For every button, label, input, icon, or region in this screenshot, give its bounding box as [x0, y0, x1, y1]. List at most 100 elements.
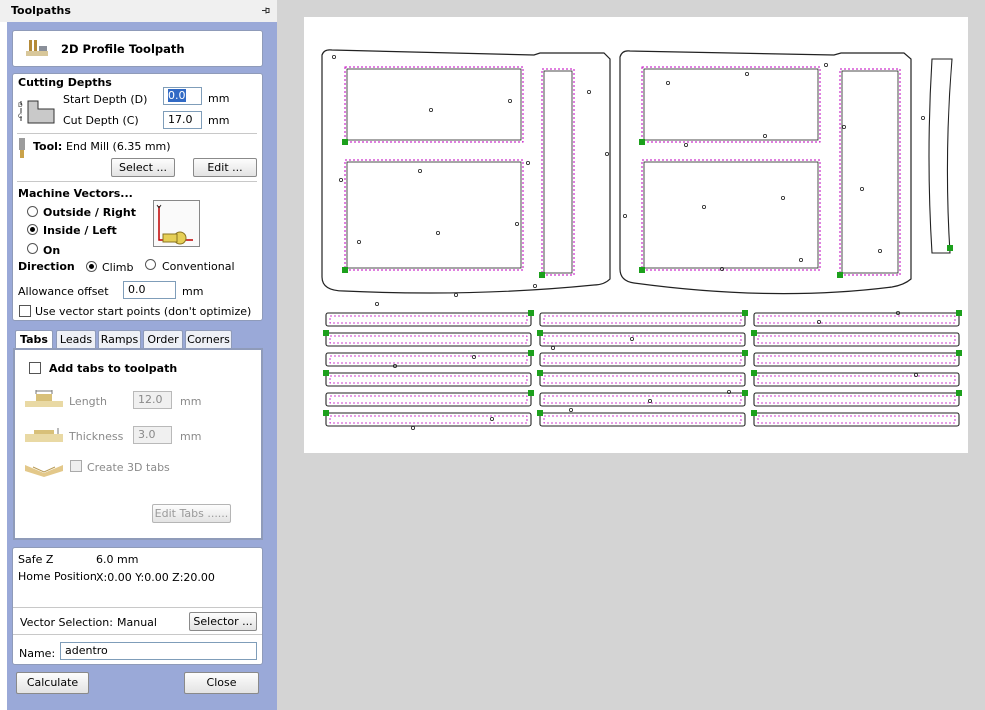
slat-outline	[325, 412, 532, 427]
profile-toolpath-icon	[26, 40, 48, 56]
conventional-radio[interactable]	[145, 259, 156, 270]
tab-length-input[interactable]: 12.0	[133, 391, 172, 409]
drill-point	[665, 81, 670, 86]
toolpath-name-input[interactable]: adentro	[60, 642, 257, 660]
slat-toolpath	[757, 315, 956, 324]
pocket-vector	[346, 68, 522, 141]
slat-toolpath	[543, 395, 742, 404]
home-position-value: X:0.00 Y:0.00 Z:20.00	[96, 571, 215, 584]
slat-toolpath	[757, 355, 956, 364]
slat-toolpath	[329, 375, 528, 384]
tab-thickness-label: Thickness	[69, 430, 124, 443]
slat-outline	[539, 352, 746, 367]
tab-order[interactable]: Order	[143, 330, 183, 348]
toolpath-title: 2D Profile Toolpath	[61, 42, 185, 56]
climb-label: Climb	[102, 261, 134, 274]
inside-left-radio[interactable]	[27, 224, 38, 235]
panel-outline	[321, 49, 611, 294]
slat-toolpath	[757, 395, 956, 404]
create-3d-tabs-label: Create 3D tabs	[87, 461, 170, 474]
slat-outline	[325, 312, 532, 327]
drill-point	[550, 345, 555, 350]
vector-start-label: Use vector start points (don't optimize)	[35, 305, 252, 318]
svg-text:C: C	[18, 113, 22, 120]
start-point-marker	[742, 350, 748, 356]
edit-tool-button[interactable]: Edit ...	[193, 158, 257, 177]
slat-toolpath	[543, 315, 742, 324]
tab-ramps[interactable]: Ramps	[98, 330, 141, 348]
drill-point	[532, 283, 537, 288]
start-depth-input[interactable]: 0.0	[163, 87, 202, 105]
tool-name: End Mill (6.35 mm)	[66, 140, 171, 153]
cut-depth-unit: mm	[208, 114, 230, 127]
start-point-marker	[947, 245, 953, 251]
toolpath-pocket	[839, 68, 901, 276]
panel-outline	[619, 50, 912, 295]
pin-icon[interactable]	[261, 6, 270, 15]
cutting-depths-heading: Cutting Depths	[18, 76, 112, 89]
outside-right-label: Outside / Right	[43, 206, 136, 219]
vector-start-checkbox[interactable]	[19, 305, 31, 317]
outside-right-radio[interactable]	[27, 206, 38, 217]
slat-outline	[753, 312, 960, 327]
edit-tabs-button[interactable]: Edit Tabs ......	[152, 504, 231, 523]
start-point-marker	[539, 272, 545, 278]
toolpath-pocket	[641, 159, 821, 271]
slat-toolpath	[543, 355, 742, 364]
close-button[interactable]: Close	[184, 672, 259, 694]
tab-length-unit: mm	[180, 395, 202, 408]
start-point-marker	[742, 310, 748, 316]
divider	[13, 634, 262, 635]
divider	[17, 133, 257, 134]
drill-point	[357, 239, 362, 244]
drill-point	[453, 292, 458, 297]
design-canvas[interactable]	[304, 17, 968, 453]
slat-outline	[753, 332, 960, 347]
tab-leads[interactable]: Leads	[56, 330, 96, 348]
toolpath-pocket	[641, 66, 821, 143]
start-point-marker	[323, 370, 329, 376]
drill-point	[411, 425, 416, 430]
create-3d-tabs-checkbox[interactable]	[70, 460, 82, 472]
drill-point	[429, 108, 434, 113]
allowance-input[interactable]: 0.0	[123, 281, 176, 299]
3d-tab-icon	[25, 465, 63, 477]
slat-toolpath	[543, 375, 742, 384]
start-point-marker	[342, 139, 348, 145]
drill-point	[375, 301, 380, 306]
drill-point	[622, 213, 627, 218]
climb-radio[interactable]	[86, 261, 97, 272]
drill-point	[525, 160, 530, 165]
on-radio[interactable]	[27, 243, 38, 254]
drill-point	[860, 186, 865, 191]
slat-toolpath	[543, 335, 742, 344]
vector-parts-drawing[interactable]	[304, 17, 968, 453]
slat-outline	[753, 412, 960, 427]
drill-point	[514, 221, 519, 226]
slat-toolpath	[329, 395, 528, 404]
slat-outline	[753, 392, 960, 407]
pocket-vector	[543, 70, 573, 274]
machine-vectors-heading: Machine Vectors...	[18, 187, 133, 200]
start-point-marker	[956, 350, 962, 356]
drill-point	[418, 168, 423, 173]
cut-depth-input[interactable]: 17.0	[163, 111, 202, 129]
tab-corners[interactable]: Corners	[185, 330, 232, 348]
tab-thickness-unit: mm	[180, 430, 202, 443]
selector-button[interactable]: Selector ...	[189, 612, 257, 631]
start-point-marker	[742, 390, 748, 396]
tab-tabs[interactable]: Tabs	[15, 330, 53, 349]
cutting-depth-diagram-icon: D C	[18, 100, 55, 124]
tab-thickness-input[interactable]: 3.0	[133, 426, 172, 444]
start-point-marker	[537, 370, 543, 376]
conventional-label: Conventional	[162, 260, 235, 273]
calculate-button[interactable]: Calculate	[16, 672, 89, 694]
slat-outline	[325, 372, 532, 387]
add-tabs-checkbox[interactable]	[29, 362, 41, 374]
toolpaths-panel: Toolpaths 2D Profile Toolpath Cutting De…	[0, 0, 277, 710]
start-depth-value: 0.0	[168, 89, 186, 102]
pocket-vector	[643, 68, 819, 141]
select-tool-button[interactable]: Select ...	[111, 158, 175, 177]
tab-length-label: Length	[69, 395, 107, 408]
toolpath-name-value: adentro	[65, 644, 108, 657]
